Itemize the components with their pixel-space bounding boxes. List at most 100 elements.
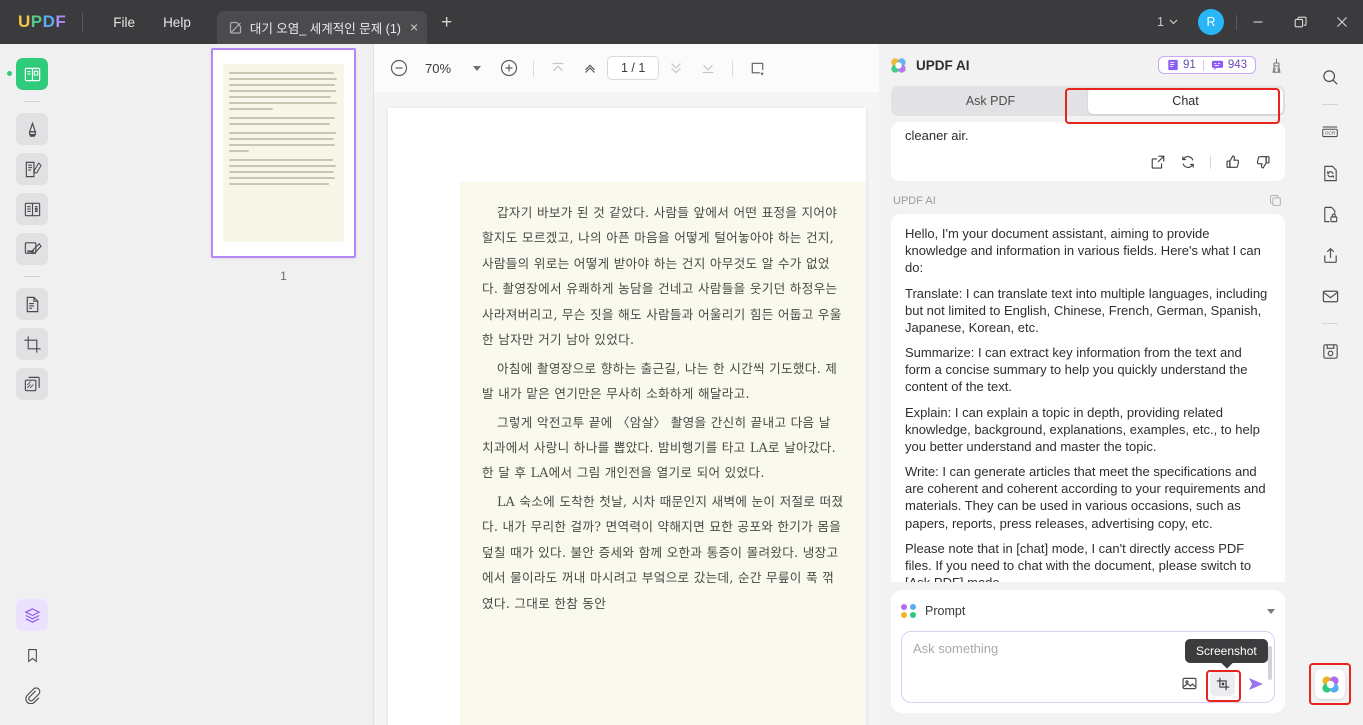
sidebar-convert-icon[interactable] (16, 288, 48, 320)
menu-help[interactable]: Help (149, 9, 205, 36)
tab-chat[interactable]: Chat (1088, 88, 1283, 114)
sidebar-crop-icon[interactable] (16, 328, 48, 360)
prev-page-icon[interactable] (575, 53, 605, 83)
last-page-icon[interactable] (693, 53, 723, 83)
thumbnail-item[interactable]: 1 (211, 48, 356, 283)
thumbnail-panel: 1 (64, 44, 374, 725)
ocr-icon[interactable]: OCR (1314, 116, 1346, 148)
rail-separator-1 (24, 101, 40, 102)
sidebar-comment-icon[interactable] (16, 233, 48, 265)
page-indicator[interactable]: 1 / 1 (607, 56, 659, 80)
logo-letter-p: P (31, 12, 43, 32)
broom-clear-icon[interactable] (1268, 57, 1285, 74)
ai-credits-badges[interactable]: 91 943 (1158, 56, 1256, 74)
pdf-page: 갑자기 바보가 된 것 같았다. 사람들 앞에서 어떤 표정을 지어야 할지도 … (388, 108, 866, 725)
insert-image-icon[interactable] (1181, 675, 1198, 692)
restore-button[interactable] (1279, 0, 1321, 44)
prompt-selector-label: Prompt (925, 604, 965, 618)
minimize-button[interactable] (1237, 0, 1279, 44)
assistant-paragraph: Summarize: I can extract key information… (905, 344, 1271, 395)
ai-mode-tabs: Ask PDF Chat (879, 86, 1297, 116)
new-tab-button[interactable]: + (441, 13, 452, 32)
assistant-paragraph: Write: I can generate articles that meet… (905, 463, 1271, 532)
export-message-icon[interactable] (1150, 154, 1166, 170)
document-tab[interactable]: 대기 오염_ 세계적인 문제 (1) × (217, 11, 427, 44)
previous-message-bubble: cleaner air. (891, 122, 1285, 181)
titlebar-divider (82, 13, 83, 31)
sidebar-layers-stack-icon[interactable] (16, 368, 48, 400)
sidebar-organize-pages-icon[interactable] (16, 193, 48, 225)
doc-paragraph: 아침에 촬영장으로 향하는 출근길, 나는 한 시간씩 기도했다. 제발 내가 … (482, 356, 844, 407)
left-rail-bottom-group (16, 591, 48, 725)
sidebar-highlighter-icon[interactable] (16, 113, 48, 145)
toolbar-separator-1 (533, 60, 534, 77)
menu-file[interactable]: File (99, 9, 149, 36)
email-icon[interactable] (1314, 280, 1346, 312)
ai-panel-header: UPDF AI 91 943 (879, 44, 1297, 86)
thumbs-down-icon[interactable] (1255, 154, 1271, 170)
chat-badge-icon (1211, 59, 1224, 71)
toolbar-separator-2 (732, 60, 733, 77)
thumbs-up-icon[interactable] (1225, 154, 1241, 170)
panel-thumbnails-icon[interactable] (16, 599, 48, 631)
document-viewer[interactable]: 갑자기 바보가 된 것 같았다. 사람들 앞에서 어떤 표정을 지어야 할지도 … (374, 92, 879, 725)
copy-icon[interactable] (1268, 193, 1283, 208)
assistant-paragraph: Please note that in [chat] mode, I can't… (905, 540, 1271, 582)
close-window-button[interactable] (1321, 0, 1363, 44)
tab-ask-pdf[interactable]: Ask PDF (893, 88, 1088, 114)
chat-scroll-area[interactable]: cleaner air. (879, 116, 1297, 582)
screenshot-tooltip: Screenshot (1185, 639, 1268, 663)
thumbnail-page-content (223, 64, 344, 242)
tab-close-icon[interactable]: × (410, 20, 418, 34)
logo-letter-d: D (43, 12, 56, 32)
thumbnail-page-preview[interactable] (211, 48, 356, 258)
four-dots-icon (901, 604, 916, 619)
window-controls-group: 1 R (1151, 0, 1363, 44)
panel-attachment-icon[interactable] (16, 679, 48, 711)
document-tab-label: 대기 오염_ 세계적인 문제 (1) (250, 18, 401, 37)
page-fit-icon[interactable] (742, 53, 772, 83)
right-rail-separator-1 (1322, 104, 1338, 105)
updf-ai-flower-icon (889, 56, 908, 75)
window-count-selector[interactable]: 1 (1151, 11, 1184, 33)
ask-action-group (1181, 671, 1265, 696)
previous-message-text: cleaner air. (905, 127, 1271, 144)
sidebar-edit-pdf-icon[interactable] (16, 153, 48, 185)
screenshot-icon[interactable] (1210, 671, 1235, 696)
right-tool-rail: OCR (1297, 44, 1363, 725)
updf-window: U P D F File Help 대기 오염_ 세계적인 문제 (1) × +… (0, 0, 1363, 725)
logo-letter-f: F (55, 12, 66, 32)
save-disk-icon[interactable] (1314, 335, 1346, 367)
updf-ai-button[interactable] (1315, 669, 1345, 699)
ai-panel-title: UPDF AI (916, 58, 970, 73)
chevron-down-icon (1169, 19, 1178, 25)
chevron-down-icon[interactable] (462, 53, 492, 83)
right-rail-bottom-group (1315, 669, 1345, 725)
assistant-paragraph: Explain: I can explain a topic in depth,… (905, 404, 1271, 455)
panel-bookmark-icon[interactable] (16, 639, 48, 671)
input-scrollbar[interactable] (1268, 646, 1272, 680)
regenerate-icon[interactable] (1180, 154, 1196, 170)
message-sender-label: UPDF AI (893, 195, 936, 207)
convert-file-icon[interactable] (1314, 157, 1346, 189)
chevron-down-icon[interactable] (1267, 609, 1275, 614)
first-page-icon[interactable] (543, 53, 573, 83)
next-page-icon[interactable] (661, 53, 691, 83)
zoom-level-value[interactable]: 70% (416, 61, 460, 76)
sidebar-reader-icon[interactable] (16, 58, 48, 90)
user-avatar[interactable]: R (1198, 9, 1224, 35)
protect-lock-icon[interactable] (1314, 198, 1346, 230)
message-sender-row: UPDF AI (893, 193, 1283, 208)
search-icon[interactable] (1314, 61, 1346, 93)
updf-ai-panel: UPDF AI 91 943 (879, 44, 1297, 725)
share-upload-icon[interactable] (1314, 239, 1346, 271)
prompt-selector[interactable]: Prompt (901, 598, 1275, 624)
zoom-in-icon[interactable] (494, 53, 524, 83)
rail-separator-2 (24, 276, 40, 277)
send-icon[interactable] (1247, 675, 1265, 693)
ai-mode-segment: Ask PDF Chat (891, 86, 1285, 116)
doc-paragraph: 그렇게 악전고투 끝에 〈암살〉 촬영을 간신히 끝내고 다음 날 치과에서 사… (482, 410, 844, 486)
zoom-out-icon[interactable] (384, 53, 414, 83)
document-badge-icon (1167, 59, 1179, 71)
active-indicator-dot (7, 71, 12, 76)
